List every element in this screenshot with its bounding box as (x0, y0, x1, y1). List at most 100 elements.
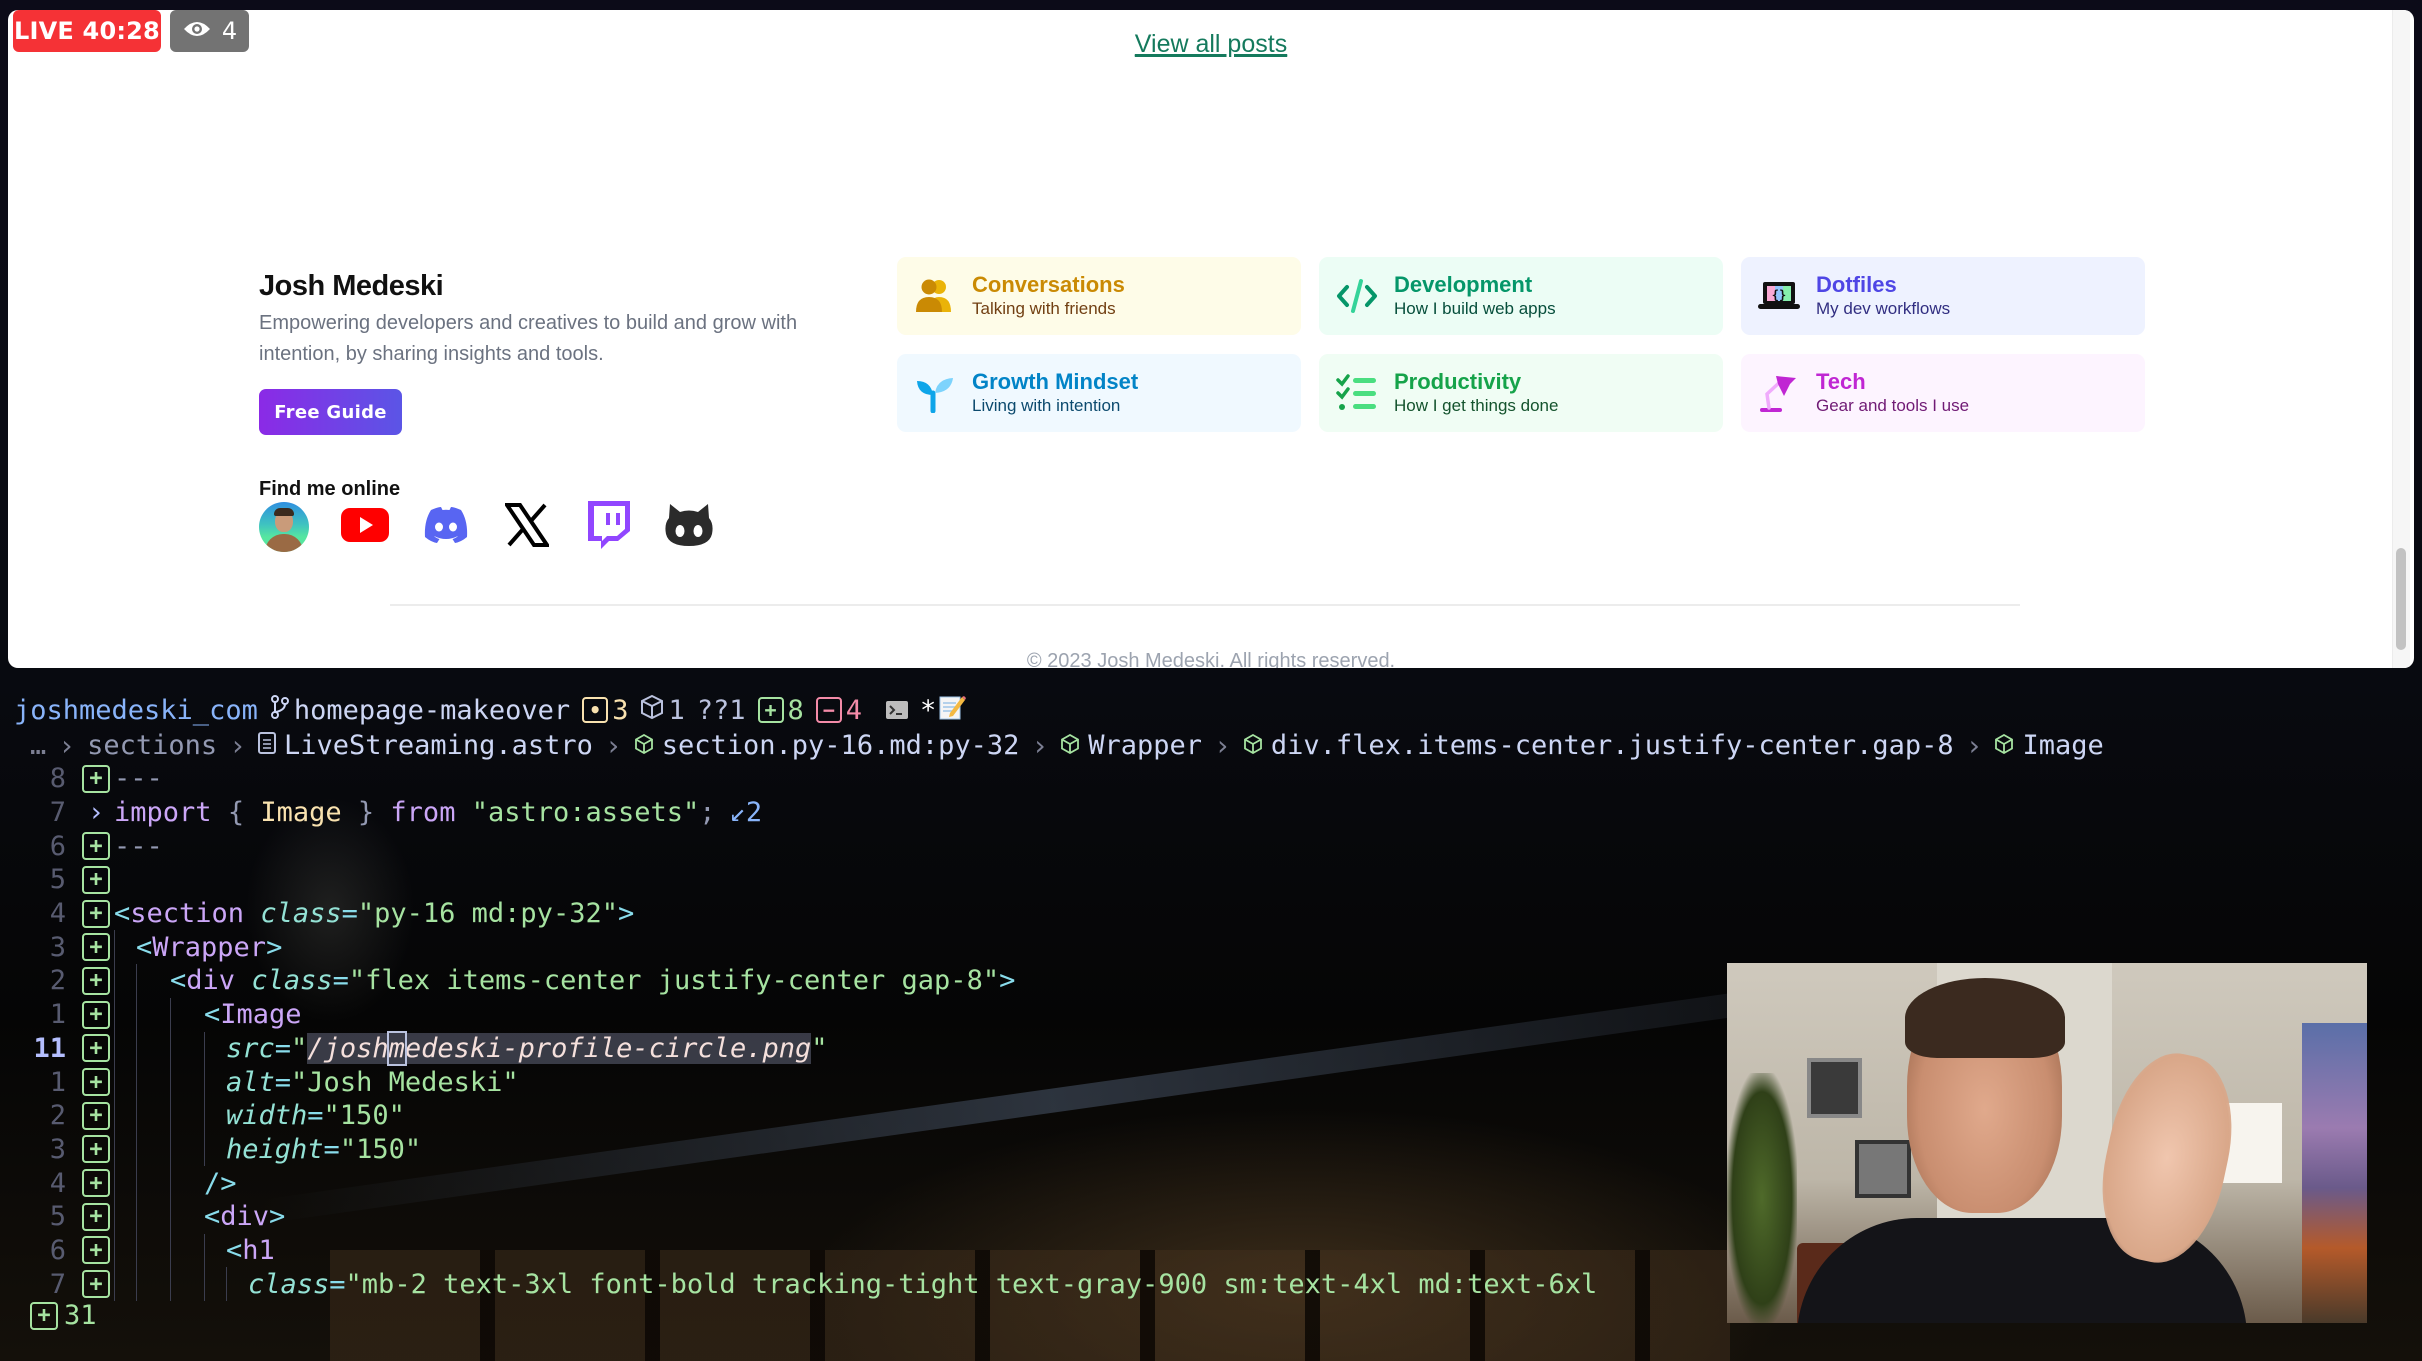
code-line[interactable]: 6 + < h1 (0, 1233, 1597, 1268)
category-card-conversations[interactable]: Conversations Talking with friends (897, 257, 1301, 335)
checklist-icon (1335, 371, 1379, 415)
view-all-posts-link[interactable]: View all posts (8, 30, 2414, 59)
line-number: 5 (49, 1201, 66, 1233)
code-line[interactable]: 3 + < Wrapper > (0, 930, 1597, 965)
chevron-right-icon: › (604, 728, 622, 762)
component-icon (1994, 730, 2014, 761)
git-statusline: joshmedeski_com homepage-makeover • 3 1 … (14, 693, 967, 727)
copyright-text: © 2023 Josh Medeski. All rights reserved… (1026, 650, 1396, 668)
category-card-development[interactable]: Development How I build web apps (1319, 257, 1723, 335)
fold-chevron-icon[interactable]: › (82, 797, 110, 828)
social-link-x[interactable] (502, 502, 552, 552)
laptop-braces-icon: {} (1757, 274, 1801, 318)
git-added-sign-icon: + (82, 832, 110, 861)
social-link-discord[interactable] (421, 502, 471, 552)
line-number: 3 (49, 931, 66, 963)
code-token: class (248, 1268, 330, 1300)
code-line[interactable]: 2 + < div class = "flex items-center justif… (0, 964, 1597, 998)
social-link-avatar[interactable] (259, 502, 309, 552)
breadcrumb-item[interactable]: section.py-16.md:py-32 (662, 730, 1020, 761)
social-link-youtube[interactable] (340, 502, 390, 552)
chevron-right-icon: › (229, 728, 247, 762)
git-added-sign-icon: + (82, 1135, 110, 1164)
category-title: Productivity (1394, 369, 1522, 394)
category-card-productivity[interactable]: Productivity How I get things done (1319, 354, 1723, 432)
folded-lines-indicator[interactable]: + 31 (30, 1300, 97, 1331)
breadcrumb-item[interactable]: div.flex.items-center.justify-center.gap… (1271, 730, 1954, 761)
social-link-twitch[interactable] (583, 500, 633, 552)
code-token: height (226, 1133, 324, 1165)
chevron-right-icon: › (1214, 728, 1231, 762)
selection[interactable]: /joshmedeski-profile-circle.png (307, 1030, 812, 1066)
code-token: "150" (323, 1100, 405, 1132)
code-line[interactable]: 7 + class = "mb-2 text-3xl font-bold track… (0, 1267, 1597, 1301)
code-line[interactable]: 6 + --- (0, 829, 1597, 863)
breadcrumb-ellipsis: … (30, 729, 47, 761)
code-line[interactable]: 1 + alt = "Josh Medeski" (0, 1065, 1597, 1099)
git-added-sign-icon: + (82, 865, 110, 894)
arrow-down-left-icon: ↙ (729, 797, 746, 829)
staged-dot-icon: • (582, 697, 609, 723)
stash-indicator: 1 (640, 694, 685, 727)
git-added-sign-icon: + (82, 933, 110, 962)
webcam-picture-frame (1807, 1058, 1862, 1118)
code-token: alt (226, 1066, 275, 1098)
social-link-github[interactable] (664, 502, 714, 552)
breadcrumb-item[interactable]: sections (87, 730, 217, 761)
code-line[interactable]: 4 + < section class = "py-16 md:py-32" > (0, 897, 1597, 931)
code-token: " (811, 1032, 828, 1064)
category-subtitle: How I get things done (1394, 396, 1559, 415)
category-title: Development (1394, 272, 1533, 297)
social-links (259, 500, 714, 552)
code-line[interactable]: 5 + < div > (0, 1199, 1597, 1234)
chevron-right-icon: › (58, 728, 76, 762)
code-token: Image (260, 797, 342, 829)
category-title: Dotfiles (1816, 272, 1897, 297)
x-icon (503, 502, 551, 552)
code-token: " (291, 1032, 308, 1064)
code-text: --- (114, 763, 163, 795)
line-number: 6 (49, 1234, 66, 1266)
profile-name: Josh Medeski (259, 270, 444, 302)
code-line[interactable]: 4 + /> (0, 1166, 1597, 1200)
reference-hint: ↙2 (730, 797, 763, 828)
component-icon (1060, 730, 1080, 761)
code-token: } (357, 797, 375, 829)
added-indicator: + 8 (757, 695, 804, 726)
code-line[interactable]: 7 › import { Image } from "astro:assets"… (0, 796, 1597, 830)
category-card-dotfiles[interactable]: {} Dotfiles My dev workflows (1741, 257, 2145, 335)
live-badge: LIVE 40:28 (13, 10, 161, 52)
category-title: Growth Mindset (972, 369, 1139, 394)
plus-box-icon: + (757, 697, 784, 723)
git-added-sign-icon: + (82, 1000, 110, 1029)
view-all-posts-label[interactable]: View all posts (1135, 30, 1287, 58)
find-me-online-heading: Find me online (259, 478, 401, 500)
viewer-count-badge: 4 (170, 10, 249, 52)
code-line[interactable]: 1 + < Image (0, 997, 1597, 1032)
code-token: from (390, 797, 456, 829)
code-token: edeski-profile-circle.png (404, 1032, 812, 1064)
component-icon (1243, 730, 1263, 761)
code-line[interactable]: 2 + width = "150" (0, 1098, 1597, 1133)
code-line[interactable]: 3 + height = "150" (0, 1132, 1597, 1167)
code-line-current[interactable]: 11 + src = "/joshmedeski-profile-circle.pn… (0, 1030, 1597, 1066)
breadcrumb-item[interactable]: Image (2022, 730, 2103, 761)
youtube-icon (341, 507, 389, 547)
code-line[interactable]: 8 + --- (0, 762, 1597, 796)
code-line[interactable]: 5 + (0, 863, 1597, 897)
breadcrumb-item[interactable]: LiveStreaming.astro (284, 730, 593, 761)
line-number: 8 (49, 763, 66, 795)
category-card-tech[interactable]: Tech Gear and tools I use (1741, 354, 2145, 432)
free-guide-button[interactable]: Free Guide (259, 389, 402, 435)
browser-scrollbar-thumb[interactable] (2396, 548, 2406, 650)
code-editor[interactable]: 8 + --- 7 › import { Image } from "astro… (0, 762, 1597, 1301)
code-token: "mb-2 text-3xl font-bold tracking-tight … (345, 1268, 1598, 1300)
github-icon (664, 502, 714, 553)
breadcrumb-item[interactable]: Wrapper (1088, 730, 1202, 761)
category-card-growth-mindset[interactable]: Growth Mindset Living with intention (897, 354, 1301, 432)
code-token: /> (204, 1167, 237, 1199)
category-title: Conversations (972, 272, 1125, 297)
eye-icon (182, 17, 212, 45)
code-token: div (220, 1201, 270, 1233)
line-number: 4 (49, 1167, 66, 1199)
